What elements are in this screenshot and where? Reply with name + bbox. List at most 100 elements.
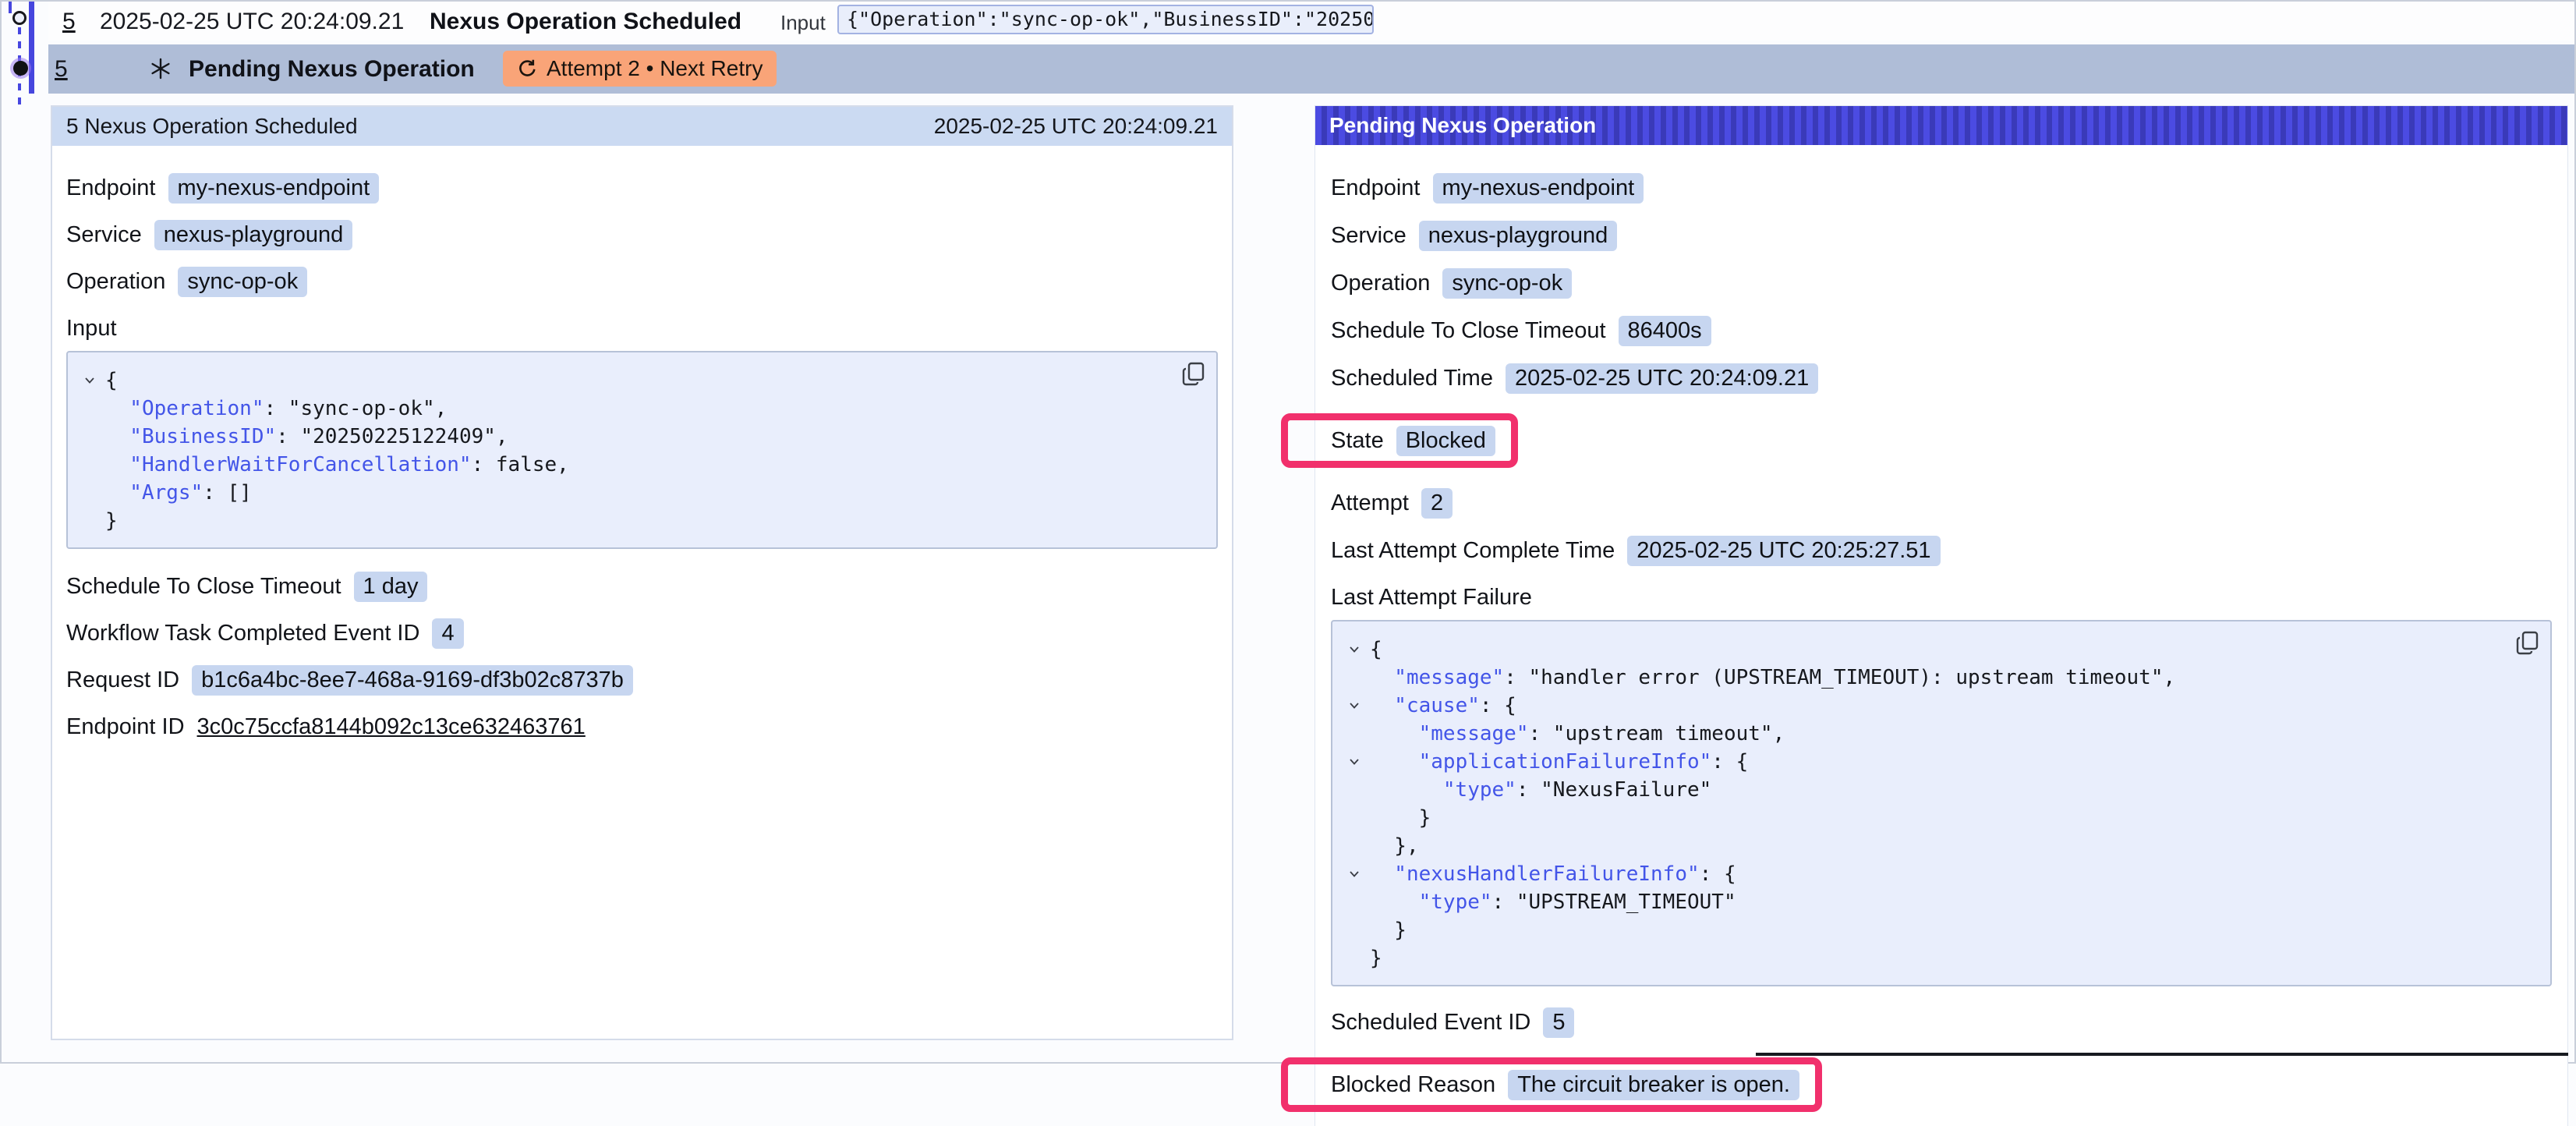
code-gutter — [74, 395, 105, 423]
json-key: "message" — [1394, 666, 1504, 689]
field-label: Scheduled Event ID — [1331, 1010, 1530, 1036]
timeline-node-open-icon — [12, 11, 27, 25]
json-key: "message" — [1419, 722, 1529, 745]
collapse-chevron-icon[interactable] — [1339, 748, 1370, 776]
field-value-badge: 1 day — [354, 572, 428, 602]
event-title: Nexus Operation Scheduled — [430, 9, 741, 35]
field-label: Operation — [66, 269, 165, 295]
json-text: : { — [1700, 862, 1736, 886]
field-value-badge: nexus-playground — [1419, 221, 1618, 251]
field-service: Service nexus-playground — [1331, 218, 2552, 253]
field-label: Service — [1331, 223, 1407, 249]
code-line: "message": "upstream timeout", — [1339, 720, 2510, 748]
event-row-pending-nexus-operation[interactable]: 5 Pending Nexus Operation Attempt 2 • Ne… — [48, 44, 2574, 94]
json-text: : [] — [203, 481, 252, 505]
field-workflow-task-completed-event-id: Workflow Task Completed Event ID 4 — [66, 616, 1218, 650]
event-row-nexus-operation-scheduled[interactable]: 5 2025-02-25 UTC 20:24:09.21 Nexus Opera… — [48, 2, 2574, 41]
json-text: : "sync-op-ok", — [264, 397, 447, 420]
field-label: Service — [66, 222, 142, 248]
code-line: "nexusHandlerFailureInfo": { — [1339, 860, 2510, 888]
retry-icon — [517, 58, 537, 79]
json-text: : { — [1480, 694, 1516, 717]
json-key: "Args" — [129, 481, 203, 505]
json-key: "type" — [1443, 778, 1516, 802]
code-gutter — [1339, 944, 1370, 972]
collapse-chevron-icon[interactable] — [1339, 636, 1370, 664]
event-id-link[interactable]: 5 — [55, 56, 68, 83]
endpoint-id-link[interactable]: 3c0c75ccfa8144b092c13ce632463761 — [197, 714, 586, 740]
code-line: "message": "handler error (UPSTREAM_TIME… — [1339, 664, 2510, 692]
field-value-badge: sync-op-ok — [178, 267, 307, 297]
field-label: Schedule To Close Timeout — [66, 574, 341, 600]
json-text: }, — [1394, 834, 1418, 858]
field-label: Blocked Reason — [1331, 1072, 1495, 1098]
panel-bottom-edge — [1756, 1053, 2568, 1056]
field-attempt: Attempt 2 — [1331, 486, 2552, 520]
field-label: Endpoint — [1331, 175, 1421, 201]
code-gutter — [1339, 720, 1370, 748]
code-line: } — [1339, 916, 2510, 944]
code-gutter — [74, 507, 105, 535]
json-key: "type" — [1419, 891, 1492, 914]
field-label: Scheduled Time — [1331, 366, 1493, 391]
field-value-badge: 4 — [432, 618, 463, 649]
field-label: Last Attempt Complete Time — [1331, 538, 1615, 564]
collapse-chevron-icon[interactable] — [1339, 692, 1370, 720]
event-input-label: Input — [780, 11, 826, 35]
field-blocked-reason: Blocked Reason The circuit breaker is op… — [1331, 1068, 1799, 1102]
field-schedule-to-close-timeout: Schedule To Close Timeout 1 day — [66, 569, 1218, 604]
code-gutter — [1339, 916, 1370, 944]
code-gutter — [74, 451, 105, 479]
code-line: "type": "NexusFailure" — [1339, 776, 2510, 804]
copy-icon[interactable] — [1182, 362, 1205, 387]
field-endpoint: Endpoint my-nexus-endpoint — [66, 171, 1218, 205]
code-line: "BusinessID": "20250225122409", — [74, 423, 1176, 451]
code-gutter — [1339, 804, 1370, 832]
field-value-badge: my-nexus-endpoint — [168, 173, 380, 204]
input-section-label: Input — [66, 316, 1218, 342]
code-gutter — [74, 423, 105, 451]
code-line: "cause": { — [1339, 692, 2510, 720]
right-panel-title: Pending Nexus Operation — [1329, 113, 1596, 138]
field-value-badge: sync-op-ok — [1442, 268, 1572, 299]
json-text: { — [105, 369, 118, 392]
json-text: : "20250225122409", — [276, 425, 508, 448]
json-key: "BusinessID" — [129, 425, 276, 448]
field-last-attempt-complete-time: Last Attempt Complete Time 2025-02-25 UT… — [1331, 533, 2552, 568]
field-value-badge: 2 — [1421, 488, 1453, 519]
event-id-link[interactable]: 5 — [62, 9, 76, 35]
json-text: } — [1394, 919, 1407, 942]
copy-icon[interactable] — [2516, 631, 2539, 656]
collapse-chevron-icon[interactable] — [74, 366, 105, 395]
field-label: State — [1331, 428, 1384, 454]
event-timestamp: 2025-02-25 UTC 20:24:09.21 — [100, 9, 404, 35]
failure-section-label: Last Attempt Failure — [1331, 585, 2552, 611]
field-service: Service nexus-playground — [66, 218, 1218, 252]
code-line: "Operation": "sync-op-ok", — [74, 395, 1176, 423]
collapse-chevron-icon[interactable] — [1339, 860, 1370, 888]
code-gutter — [1339, 664, 1370, 692]
json-text: : { — [1711, 750, 1748, 774]
timeline-node-filled-icon — [13, 61, 28, 76]
json-text: : "upstream timeout", — [1529, 722, 1785, 745]
code-line: { — [74, 366, 1176, 395]
code-gutter — [1339, 832, 1370, 860]
field-value-badge: 86400s — [1619, 316, 1711, 346]
timeline-active-bar — [29, 2, 34, 94]
json-text: } — [105, 509, 118, 533]
right-panel-header-striped: Pending Nexus Operation — [1315, 106, 2567, 145]
failure-json-viewer: {"message": "handler error (UPSTREAM_TIM… — [1331, 620, 2552, 986]
field-state: State Blocked — [1331, 423, 1495, 458]
left-panel-timestamp: 2025-02-25 UTC 20:24:09.21 — [934, 114, 1218, 139]
retry-badge-label: Attempt 2 • Next Retry — [547, 56, 763, 81]
json-key: "applicationFailureInfo" — [1419, 750, 1712, 774]
json-text: } — [1370, 947, 1382, 970]
json-key: "nexusHandlerFailureInfo" — [1394, 862, 1699, 886]
annotation-highlight-state: State Blocked — [1281, 413, 1518, 468]
field-label: Attempt — [1331, 490, 1409, 516]
event-input-preview[interactable]: {"Operation":"sync-op-ok","BusinessID":"… — [837, 5, 1374, 34]
rail-scroll-nub — [9, 2, 12, 13]
field-value-badge: nexus-playground — [154, 220, 353, 250]
retry-status-badge: Attempt 2 • Next Retry — [503, 51, 777, 87]
field-label: Endpoint — [66, 175, 156, 201]
